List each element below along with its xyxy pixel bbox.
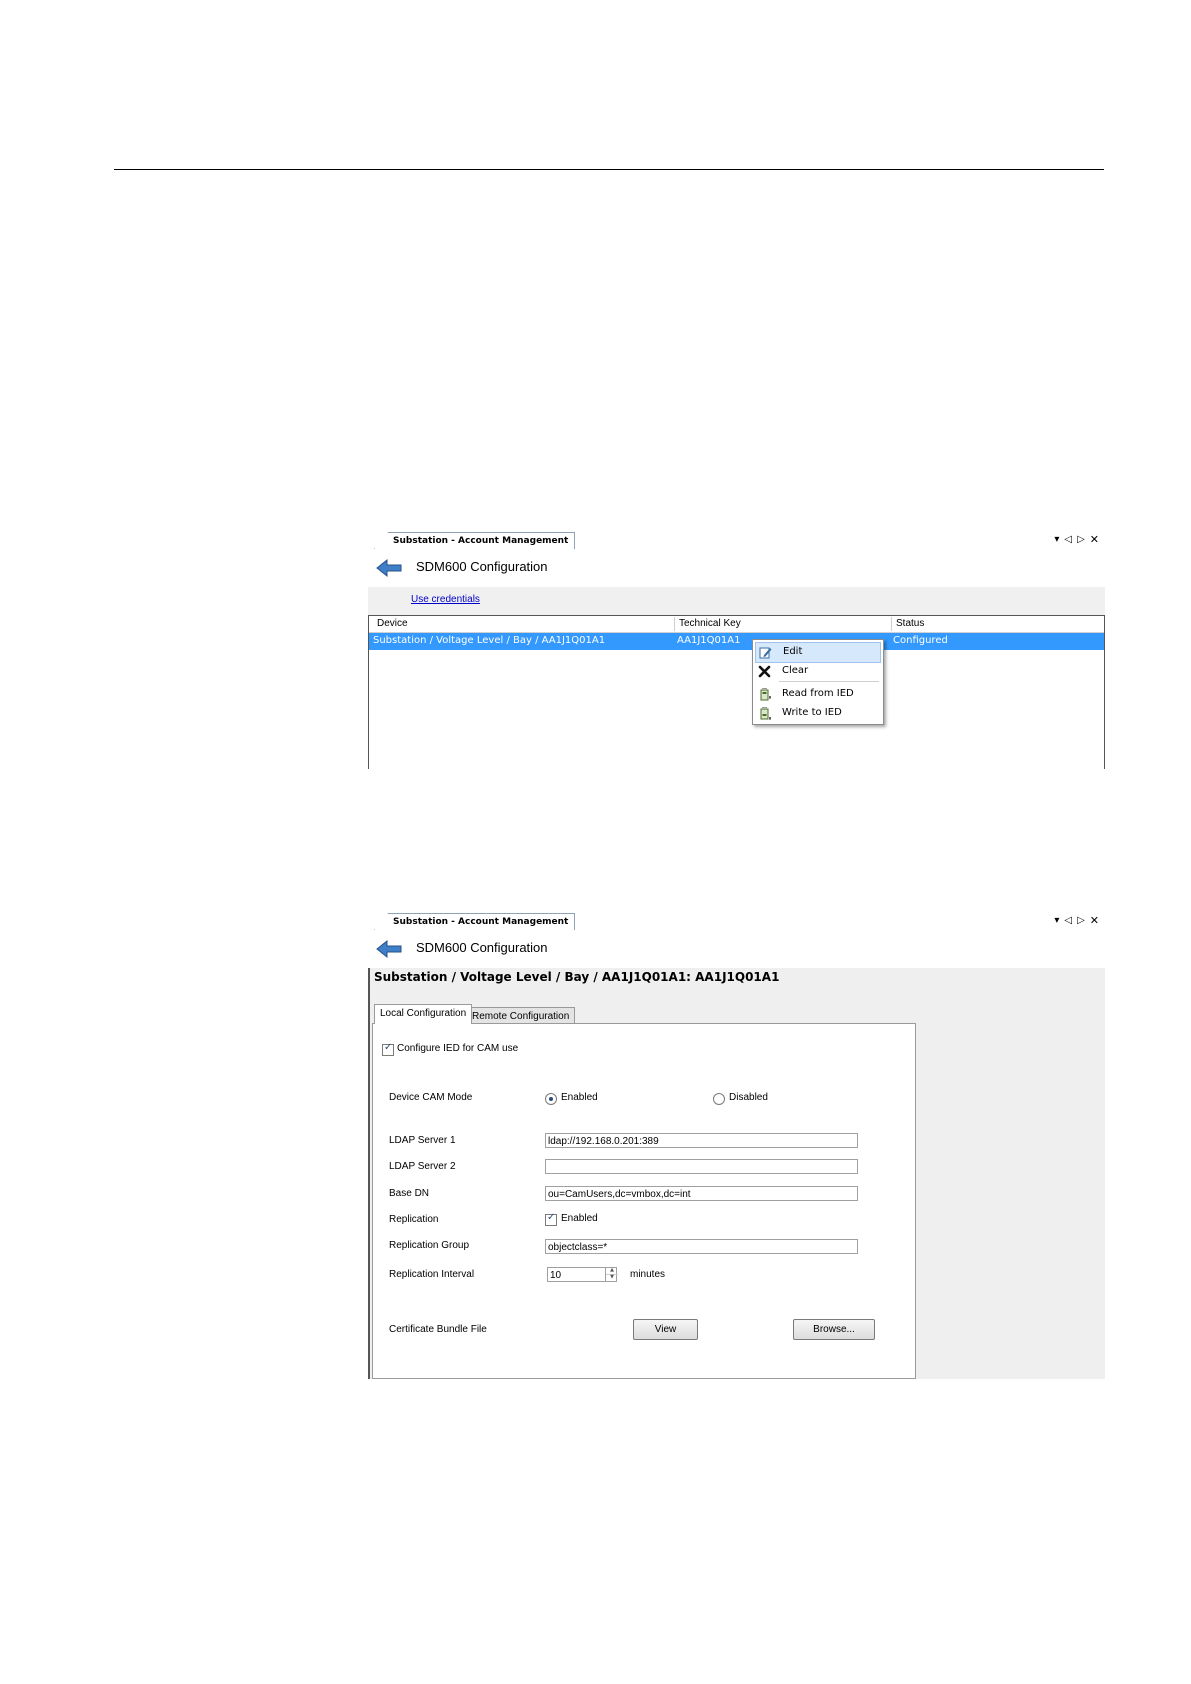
window-controls: ▾ ◁ ▷ ✕ bbox=[1054, 533, 1099, 547]
context-menu: Edit Clear Read from IED Write to IED bbox=[752, 639, 884, 725]
replication-enabled-checkbox[interactable]: ✓ bbox=[545, 1212, 557, 1226]
quantity-stepper: ▲ ▼ bbox=[605, 1267, 618, 1282]
menu-divider bbox=[779, 681, 879, 682]
ldap-server-2-input[interactable] bbox=[545, 1159, 858, 1174]
write-ied-icon bbox=[760, 707, 771, 720]
table-row[interactable]: Substation / Voltage Level / Bay / AA1J1… bbox=[369, 633, 1104, 650]
replication-interval-unit: minutes bbox=[630, 1269, 666, 1280]
cam-mode-disabled-radio[interactable] bbox=[713, 1093, 725, 1105]
replication-group-input[interactable]: objectclass=* bbox=[545, 1239, 858, 1254]
document-tabstrip: Substation - Account Management ▾ ◁ ▷ ✕ bbox=[368, 912, 1105, 931]
replication-label: Replication bbox=[389, 1214, 439, 1225]
column-header-status[interactable]: Status bbox=[896, 618, 924, 629]
local-configuration-pane: ✓ Configure IED for CAM use Device CAM M… bbox=[372, 1023, 916, 1379]
column-header-technical-key[interactable]: Technical Key bbox=[679, 618, 741, 629]
base-dn-input[interactable]: ou=CamUsers,dc=vmbox,dc=int bbox=[545, 1186, 858, 1201]
tab-account-management[interactable]: Substation - Account Management bbox=[374, 532, 576, 549]
replication-group-label: Replication Group bbox=[389, 1240, 470, 1251]
ldap-server-2-label: LDAP Server 2 bbox=[389, 1161, 456, 1172]
scroll-left-icon[interactable]: ◁ bbox=[1064, 914, 1072, 928]
check-mark-icon: ✓ bbox=[384, 1042, 393, 1053]
ldap-server-1-input[interactable]: ldap://192.168.0.201:389 bbox=[545, 1133, 858, 1148]
device-cam-mode-label: Device CAM Mode bbox=[389, 1092, 473, 1103]
read-ied-icon bbox=[760, 688, 771, 701]
account-management-panel-edit: Substation - Account Management ▾ ◁ ▷ ✕ … bbox=[368, 912, 1105, 1379]
ldap-server-1-label: LDAP Server 1 bbox=[389, 1135, 456, 1146]
grid-header: Device Technical Key Status bbox=[369, 616, 1104, 633]
cell-technical-key: AA1J1Q01A1 bbox=[677, 635, 741, 646]
radio-selected-dot bbox=[549, 1097, 553, 1101]
cell-status: Configured bbox=[893, 635, 948, 646]
certificate-bundle-label: Certificate Bundle File bbox=[389, 1324, 487, 1335]
back-arrow-icon[interactable] bbox=[376, 939, 402, 959]
use-credentials-link[interactable]: Use credentials bbox=[411, 594, 480, 605]
config-header: SDM600 Configuration bbox=[368, 930, 1105, 968]
menu-item-edit[interactable]: Edit bbox=[755, 642, 881, 663]
scroll-right-icon[interactable]: ▷ bbox=[1077, 914, 1085, 928]
cam-mode-enabled-label: Enabled bbox=[561, 1092, 598, 1103]
dropdown-arrow-icon[interactable]: ▾ bbox=[1054, 533, 1059, 547]
replication-interval-label: Replication Interval bbox=[389, 1269, 475, 1280]
stepper-down-icon[interactable]: ▼ bbox=[606, 1274, 618, 1281]
page-title: SDM600 Configuration bbox=[416, 940, 548, 955]
browse-button[interactable]: Browse... bbox=[793, 1319, 875, 1340]
cam-mode-enabled-radio[interactable] bbox=[545, 1093, 557, 1105]
base-dn-label: Base DN bbox=[389, 1188, 430, 1199]
menu-item-label: Read from IED bbox=[782, 688, 854, 699]
back-arrow-icon[interactable] bbox=[376, 558, 402, 578]
window-controls: ▾ ◁ ▷ ✕ bbox=[1054, 914, 1099, 928]
scroll-right-icon[interactable]: ▷ bbox=[1077, 533, 1085, 547]
menu-item-write-to-ied[interactable]: Write to IED bbox=[755, 704, 879, 723]
page-header-rule bbox=[114, 169, 1104, 170]
configure-ied-checkbox[interactable]: ✓ bbox=[382, 1042, 394, 1056]
clear-x-icon bbox=[758, 665, 771, 678]
config-header: SDM600 Configuration bbox=[368, 549, 1105, 587]
menu-item-clear[interactable]: Clear bbox=[755, 662, 879, 681]
tab-local-configuration[interactable]: Local Configuration bbox=[374, 1004, 473, 1024]
scroll-left-icon[interactable]: ◁ bbox=[1064, 533, 1072, 547]
device-title: Substation / Voltage Level / Bay / AA1J1… bbox=[374, 970, 780, 984]
menu-item-label: Write to IED bbox=[782, 707, 842, 718]
device-grid: Device Technical Key Status Substation /… bbox=[368, 615, 1105, 769]
column-divider bbox=[674, 617, 675, 631]
edit-icon bbox=[759, 647, 772, 659]
column-header-device[interactable]: Device bbox=[377, 618, 408, 629]
menu-item-label: Edit bbox=[783, 646, 803, 657]
close-icon[interactable]: ✕ bbox=[1090, 533, 1099, 547]
column-divider bbox=[891, 617, 892, 631]
credentials-bar: Use credentials bbox=[368, 587, 1105, 615]
replication-enabled-label: Enabled bbox=[561, 1213, 598, 1224]
menu-item-label: Clear bbox=[782, 665, 809, 676]
device-config-body: Substation / Voltage Level / Bay / AA1J1… bbox=[368, 968, 1105, 1379]
view-button[interactable]: View bbox=[633, 1319, 698, 1340]
dropdown-arrow-icon[interactable]: ▾ bbox=[1054, 914, 1059, 928]
page-title: SDM600 Configuration bbox=[416, 559, 548, 574]
check-mark-icon: ✓ bbox=[547, 1212, 556, 1223]
panel-border bbox=[368, 968, 370, 1379]
cell-device: Substation / Voltage Level / Bay / AA1J1… bbox=[373, 635, 606, 646]
menu-item-read-from-ied[interactable]: Read from IED bbox=[755, 685, 879, 704]
configure-ied-label: Configure IED for CAM use bbox=[397, 1043, 519, 1054]
tab-account-management[interactable]: Substation - Account Management bbox=[374, 913, 576, 930]
close-icon[interactable]: ✕ bbox=[1090, 914, 1099, 928]
document-tabstrip: Substation - Account Management ▾ ◁ ▷ ✕ bbox=[368, 531, 1105, 550]
cam-mode-disabled-label: Disabled bbox=[729, 1092, 768, 1103]
account-management-panel-list: Substation - Account Management ▾ ◁ ▷ ✕ … bbox=[368, 531, 1105, 769]
